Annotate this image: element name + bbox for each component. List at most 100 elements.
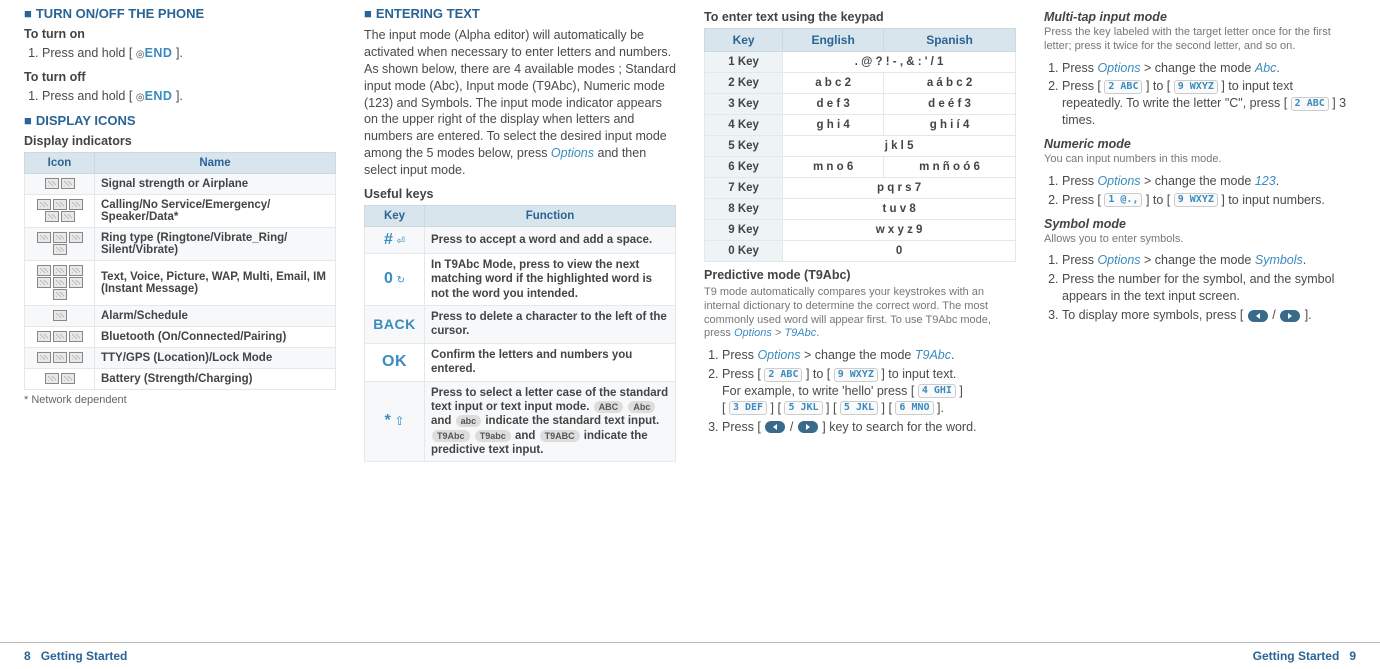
table-row: Alarm/Schedule	[25, 305, 336, 326]
nav-right-icon	[798, 421, 818, 433]
table-row: 8 Keyt u v 8	[705, 199, 1016, 220]
num-step-2: Press [ 1 @., ] to [ 9 WXYZ ] to input n…	[1062, 192, 1356, 209]
key-6-icon: 6 MNO	[895, 401, 933, 415]
bt-pairing-icon	[69, 331, 83, 342]
bt-connected-icon	[53, 331, 67, 342]
ringtone-icon	[37, 232, 51, 243]
keypad-table: KeyEnglishSpanish 1 Key. @ ? ! - , & : '…	[704, 28, 1016, 262]
key-1-icon: 1 @.,	[1104, 193, 1142, 207]
footer-right: Getting Started 9	[1253, 649, 1356, 663]
alarm-icon	[53, 310, 67, 321]
multitap-intro: Press the key labeled with the target le…	[1044, 26, 1356, 54]
mode-badge-T9ABC: T9ABC	[540, 430, 580, 442]
subhead-useful-keys: Useful keys	[364, 187, 676, 201]
sym-step-2: Press the number for the symbol, and the…	[1062, 271, 1356, 305]
charging-icon	[61, 373, 75, 384]
numeric-intro: You can input numbers in this mode.	[1044, 153, 1356, 167]
column-1: ■TURN ON/OFF THE PHONE To turn on Press …	[10, 4, 350, 625]
vibrate-ring-icon	[53, 232, 67, 243]
column-3: To enter text using the keypad KeyEnglis…	[690, 4, 1030, 625]
key-4-icon: 4 GHI	[918, 384, 956, 398]
picture-icon	[69, 265, 83, 276]
subhead-keypad: To enter text using the keypad	[704, 10, 1016, 24]
table-row: 5 Keyj k l 5	[705, 136, 1016, 157]
kp-th-key: Key	[705, 29, 783, 52]
hash-key-icon: #	[384, 231, 393, 248]
pred-step-2: Press [ 2 ABC ] to [ 9 WXYZ ] to input t…	[722, 366, 1016, 417]
symbol-intro: Allows you to enter symbols.	[1044, 233, 1356, 247]
multi-step-2: Press [ 2 ABC ] to [ 9 WXYZ ] to input t…	[1062, 78, 1356, 129]
table-row: Calling/No Service/Emergency/ Speaker/Da…	[25, 194, 336, 227]
kp-th-es: Spanish	[884, 29, 1016, 52]
table-row: 7 Keyp q r s 7	[705, 178, 1016, 199]
subhead-turn-on: To turn on	[24, 27, 336, 41]
signal-icon	[45, 178, 59, 189]
text-icon	[37, 265, 51, 276]
table-row: 9 Keyw x y z 9	[705, 220, 1016, 241]
key-5-icon: 5 JKL	[784, 401, 822, 415]
entering-text-intro: The input mode (Alpha editor) will autom…	[364, 27, 676, 179]
symbol-steps: Press Options > change the mode Symbols.…	[1044, 252, 1356, 324]
table-row: BACKPress to delete a character to the l…	[365, 306, 676, 344]
mode-badge-abc: abc	[456, 415, 482, 427]
turn-off-step-1: Press and hold [ ◎END ].	[42, 88, 336, 105]
key-2-icon: 2 ABC	[1104, 80, 1142, 94]
column-2: ■ENTERING TEXT The input mode (Alpha edi…	[350, 4, 690, 625]
kp-th-en: English	[783, 29, 884, 52]
tty-icon	[37, 352, 51, 363]
gps-icon	[53, 352, 67, 363]
data-icon	[61, 211, 75, 222]
icons-th-icon: Icon	[25, 152, 95, 173]
table-row: 2 Keya b c 2a á b c 2	[705, 73, 1016, 94]
table-row: TTY/GPS (Location)/Lock Mode	[25, 347, 336, 368]
useful-keys-table: KeyFunction # ⏎Press to accept a word an…	[364, 205, 676, 463]
table-row: Ring type (Ringtone/Vibrate_Ring/ Silent…	[25, 227, 336, 260]
pred-step-1: Press Options > change the mode T9Abc.	[722, 347, 1016, 364]
table-row: 3 Keyd e f 3d e é f 3	[705, 94, 1016, 115]
table-row: * ⇧ Press to select a letter case of the…	[365, 381, 676, 462]
sym-step-1: Press Options > change the mode Symbols.	[1062, 252, 1356, 269]
multi-icon	[53, 277, 67, 288]
subhead-turn-off: To turn off	[24, 70, 336, 84]
subhead-symbol: Symbol mode	[1044, 217, 1356, 231]
airplane-icon	[61, 178, 75, 189]
key-9-icon: 9 WXYZ	[834, 368, 878, 382]
heading-entering-text: ■ENTERING TEXT	[364, 6, 676, 21]
useful-th-func: Function	[425, 205, 676, 226]
table-row: 0 ↻In T9Abc Mode, press to view the next…	[365, 253, 676, 305]
key-2-icon: 2 ABC	[1291, 97, 1329, 111]
bt-on-icon	[37, 331, 51, 342]
zero-key-icon: 0	[384, 270, 393, 287]
voice-icon	[53, 265, 67, 276]
subhead-indicators: Display indicators	[24, 134, 336, 148]
key-9-icon: 9 WXYZ	[1174, 193, 1218, 207]
table-row: OKConfirm the letters and numbers you en…	[365, 343, 676, 381]
turn-on-steps: Press and hold [ ◎END ].	[24, 45, 336, 62]
nav-left-icon	[765, 421, 785, 433]
table-row: Battery (Strength/Charging)	[25, 368, 336, 389]
table-row: 6 Keym n o 6m n ñ o ó 6	[705, 157, 1016, 178]
table-row: 1 Key. @ ? ! - , & : ' / 1	[705, 52, 1016, 73]
table-row: 0 Key0	[705, 241, 1016, 262]
call-icon	[37, 199, 51, 210]
sym-step-3: To display more symbols, press [ / ].	[1062, 307, 1356, 324]
page-footer: 8 Getting Started Getting Started 9	[0, 642, 1380, 663]
subhead-predictive: Predictive mode (T9Abc)	[704, 268, 1016, 282]
speaker-icon	[45, 211, 59, 222]
key-3-icon: 3 DEF	[729, 401, 767, 415]
icons-footnote: * Network dependent	[24, 394, 336, 406]
subhead-numeric: Numeric mode	[1044, 137, 1356, 151]
nav-left-icon	[1248, 310, 1268, 322]
mode-badge-Abc: Abc	[628, 401, 655, 413]
icons-th-name: Name	[95, 152, 336, 173]
nav-right-icon	[1280, 310, 1300, 322]
pred-step-3: Press [ / ] key to search for the word.	[722, 419, 1016, 436]
multitap-steps: Press Options > change the mode Abc. Pre…	[1044, 60, 1356, 130]
im-icon	[53, 289, 67, 300]
mode-badge-T9Abc: T9Abc	[432, 430, 470, 442]
footer-left: 8 Getting Started	[24, 649, 127, 663]
num-step-1: Press Options > change the mode 123.	[1062, 173, 1356, 190]
predictive-intro: T9 mode automatically compares your keys…	[704, 286, 1016, 341]
noservice-icon	[53, 199, 67, 210]
table-row: # ⏎Press to accept a word and add a spac…	[365, 226, 676, 253]
